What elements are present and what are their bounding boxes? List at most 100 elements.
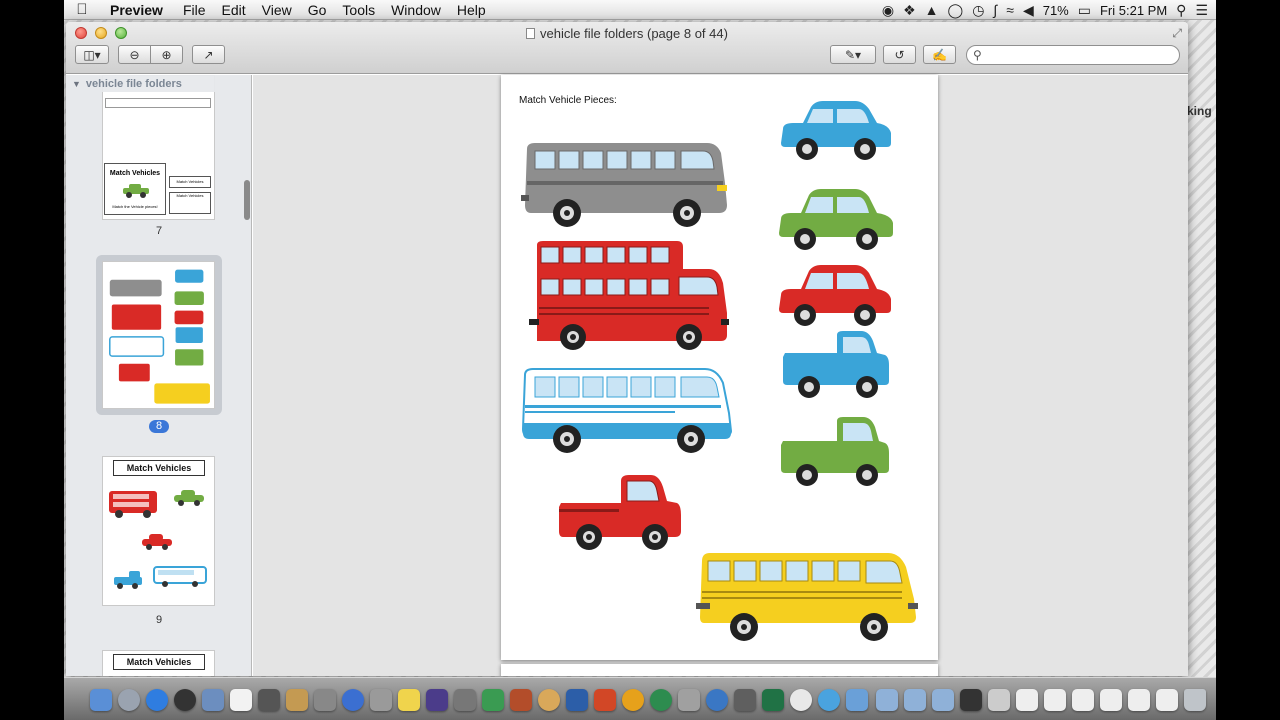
itunes-icon[interactable] [342,689,364,711]
paint-icon[interactable] [538,689,560,711]
page-heading: Match Vehicle Pieces: [519,95,617,106]
tools-icon[interactable] [678,689,700,711]
quicktime-icon[interactable] [706,689,728,711]
volume-icon[interactable]: ◀ [1023,2,1034,19]
search-input[interactable] [985,48,1156,62]
imovie-icon[interactable] [426,689,448,711]
clock[interactable]: Fri 5:21 PM [1100,3,1167,18]
menu-file[interactable]: File [175,2,214,18]
document-icon-1[interactable] [988,689,1010,711]
letterbox-left [0,0,64,720]
apple-icon[interactable]:  [64,1,100,18]
pen-app-icon[interactable] [734,689,756,711]
facetime-icon[interactable] [258,689,280,711]
thumbnail-page-8[interactable] [102,261,215,409]
thumbnail-sidebar[interactable]: Match Vehicles Match the Vehicle pieces!… [66,75,252,676]
document-icon-4[interactable] [1072,689,1094,711]
word-icon[interactable] [566,689,588,711]
messages-icon[interactable] [818,689,840,711]
sidebar-toggle-button[interactable]: ◫▾ [75,45,109,64]
document-icon-3[interactable] [1044,689,1066,711]
thumbnail-page-9[interactable]: Match Vehicles [102,456,215,606]
highlight-button[interactable]: ✎▾ [830,45,876,64]
mini-green-car [174,490,204,506]
blue-car[interactable] [779,99,895,163]
menu-view[interactable]: View [254,2,300,18]
menu-app-name[interactable]: Preview [100,2,175,18]
thumbnail-label-7: 7 [155,225,163,237]
thumbnail-page-7[interactable]: Match Vehicles Match the Vehicle pieces!… [102,75,215,220]
photo-icon[interactable] [314,689,336,711]
sidebar-scrollbar[interactable] [244,180,250,220]
activity-monitor-icon[interactable] [482,689,504,711]
menu-go[interactable]: Go [300,2,335,18]
window-title-text: vehicle file folders (page 8 of 44) [540,26,728,41]
drive-icon[interactable]: ▲ [925,2,939,18]
powerpoint-icon[interactable] [594,689,616,711]
launchpad-icon[interactable] [118,689,140,711]
screen-icon[interactable] [846,689,868,711]
outlook-icon[interactable] [622,689,644,711]
calculator-icon[interactable] [370,689,392,711]
search-field[interactable]: ⚲ [966,45,1180,65]
green-car[interactable] [777,187,897,253]
battery-icon[interactable]: ▭ [1078,2,1091,19]
menu-help[interactable]: Help [449,2,494,18]
globe-icon[interactable] [650,689,672,711]
utility-icon[interactable] [454,689,476,711]
white-blue-bus[interactable] [521,367,737,455]
blue-pickup-truck[interactable] [781,329,893,403]
share-button[interactable]: ↗ [192,45,225,64]
app-store-icon[interactable] [146,689,168,711]
fullscreen-icon[interactable]: ⤢ [1172,26,1182,41]
zoom-out-button[interactable]: ⊖ [118,45,151,64]
folder-icon-1[interactable] [876,689,898,711]
chrome-icon[interactable] [790,689,812,711]
red-pickup-truck[interactable] [557,473,685,555]
document-icon-5[interactable] [1100,689,1122,711]
mission-control-icon[interactable] [174,689,196,711]
edit-toolbar-button[interactable]: ✍ [923,45,956,64]
red-double-decker-bus[interactable] [529,239,731,357]
notification-center-icon[interactable]: ☰ [1195,2,1208,19]
rotate-icon: ↺ [894,47,905,62]
rotate-button[interactable]: ↺ [883,45,916,64]
trash-icon[interactable] [1184,689,1206,711]
menu-window[interactable]: Window [383,2,449,18]
document-icon-2[interactable] [1016,689,1038,711]
zoom-in-button[interactable]: ⊕ [150,45,183,64]
folder-icon-3[interactable] [932,689,954,711]
calendar-icon[interactable] [230,689,252,711]
dropbox-icon[interactable]: ❖ [903,2,916,19]
title-bar: vehicle file folders (page 8 of 44) ⤢ ◫▾… [66,22,1188,74]
spotlight-icon[interactable]: ⚲ [1176,2,1186,19]
battery-percent[interactable]: 71% [1043,3,1069,18]
record-icon[interactable]: ◉ [882,2,894,19]
preview-icon[interactable] [202,689,224,711]
bluetooth-icon[interactable]: ∫ [993,2,997,18]
menu-tools[interactable]: Tools [334,2,383,18]
document-icon-7[interactable] [1156,689,1178,711]
terminal-icon[interactable] [960,689,982,711]
sync-icon[interactable]: ◯ [948,2,964,19]
disclosure-triangle-icon[interactable]: ▼ [72,79,81,89]
stickies-icon[interactable] [398,689,420,711]
document-icon-6[interactable] [1128,689,1150,711]
gray-bus[interactable] [521,139,731,229]
finder-icon[interactable] [90,689,112,711]
mini-heading-10: Match Vehicles [113,654,205,670]
sidebar-header[interactable]: ▼ vehicle file folders [66,75,251,92]
red-car[interactable] [777,263,895,329]
contacts-icon[interactable] [286,689,308,711]
folder-icon-2[interactable] [904,689,926,711]
yellow-school-bus[interactable] [696,551,924,647]
green-pickup-truck[interactable] [779,415,893,491]
thumbnail-page-10[interactable]: Match Vehicles [102,650,215,676]
time-machine-icon[interactable]: ◷ [972,2,984,19]
presenter-icon[interactable] [510,689,532,711]
wifi-icon[interactable]: ≈ [1006,2,1014,18]
menu-edit[interactable]: Edit [214,2,254,18]
document-view[interactable]: Match Vehicle Pieces: [253,75,1188,676]
excel-icon[interactable] [762,689,784,711]
mini-double-bus [109,491,157,518]
